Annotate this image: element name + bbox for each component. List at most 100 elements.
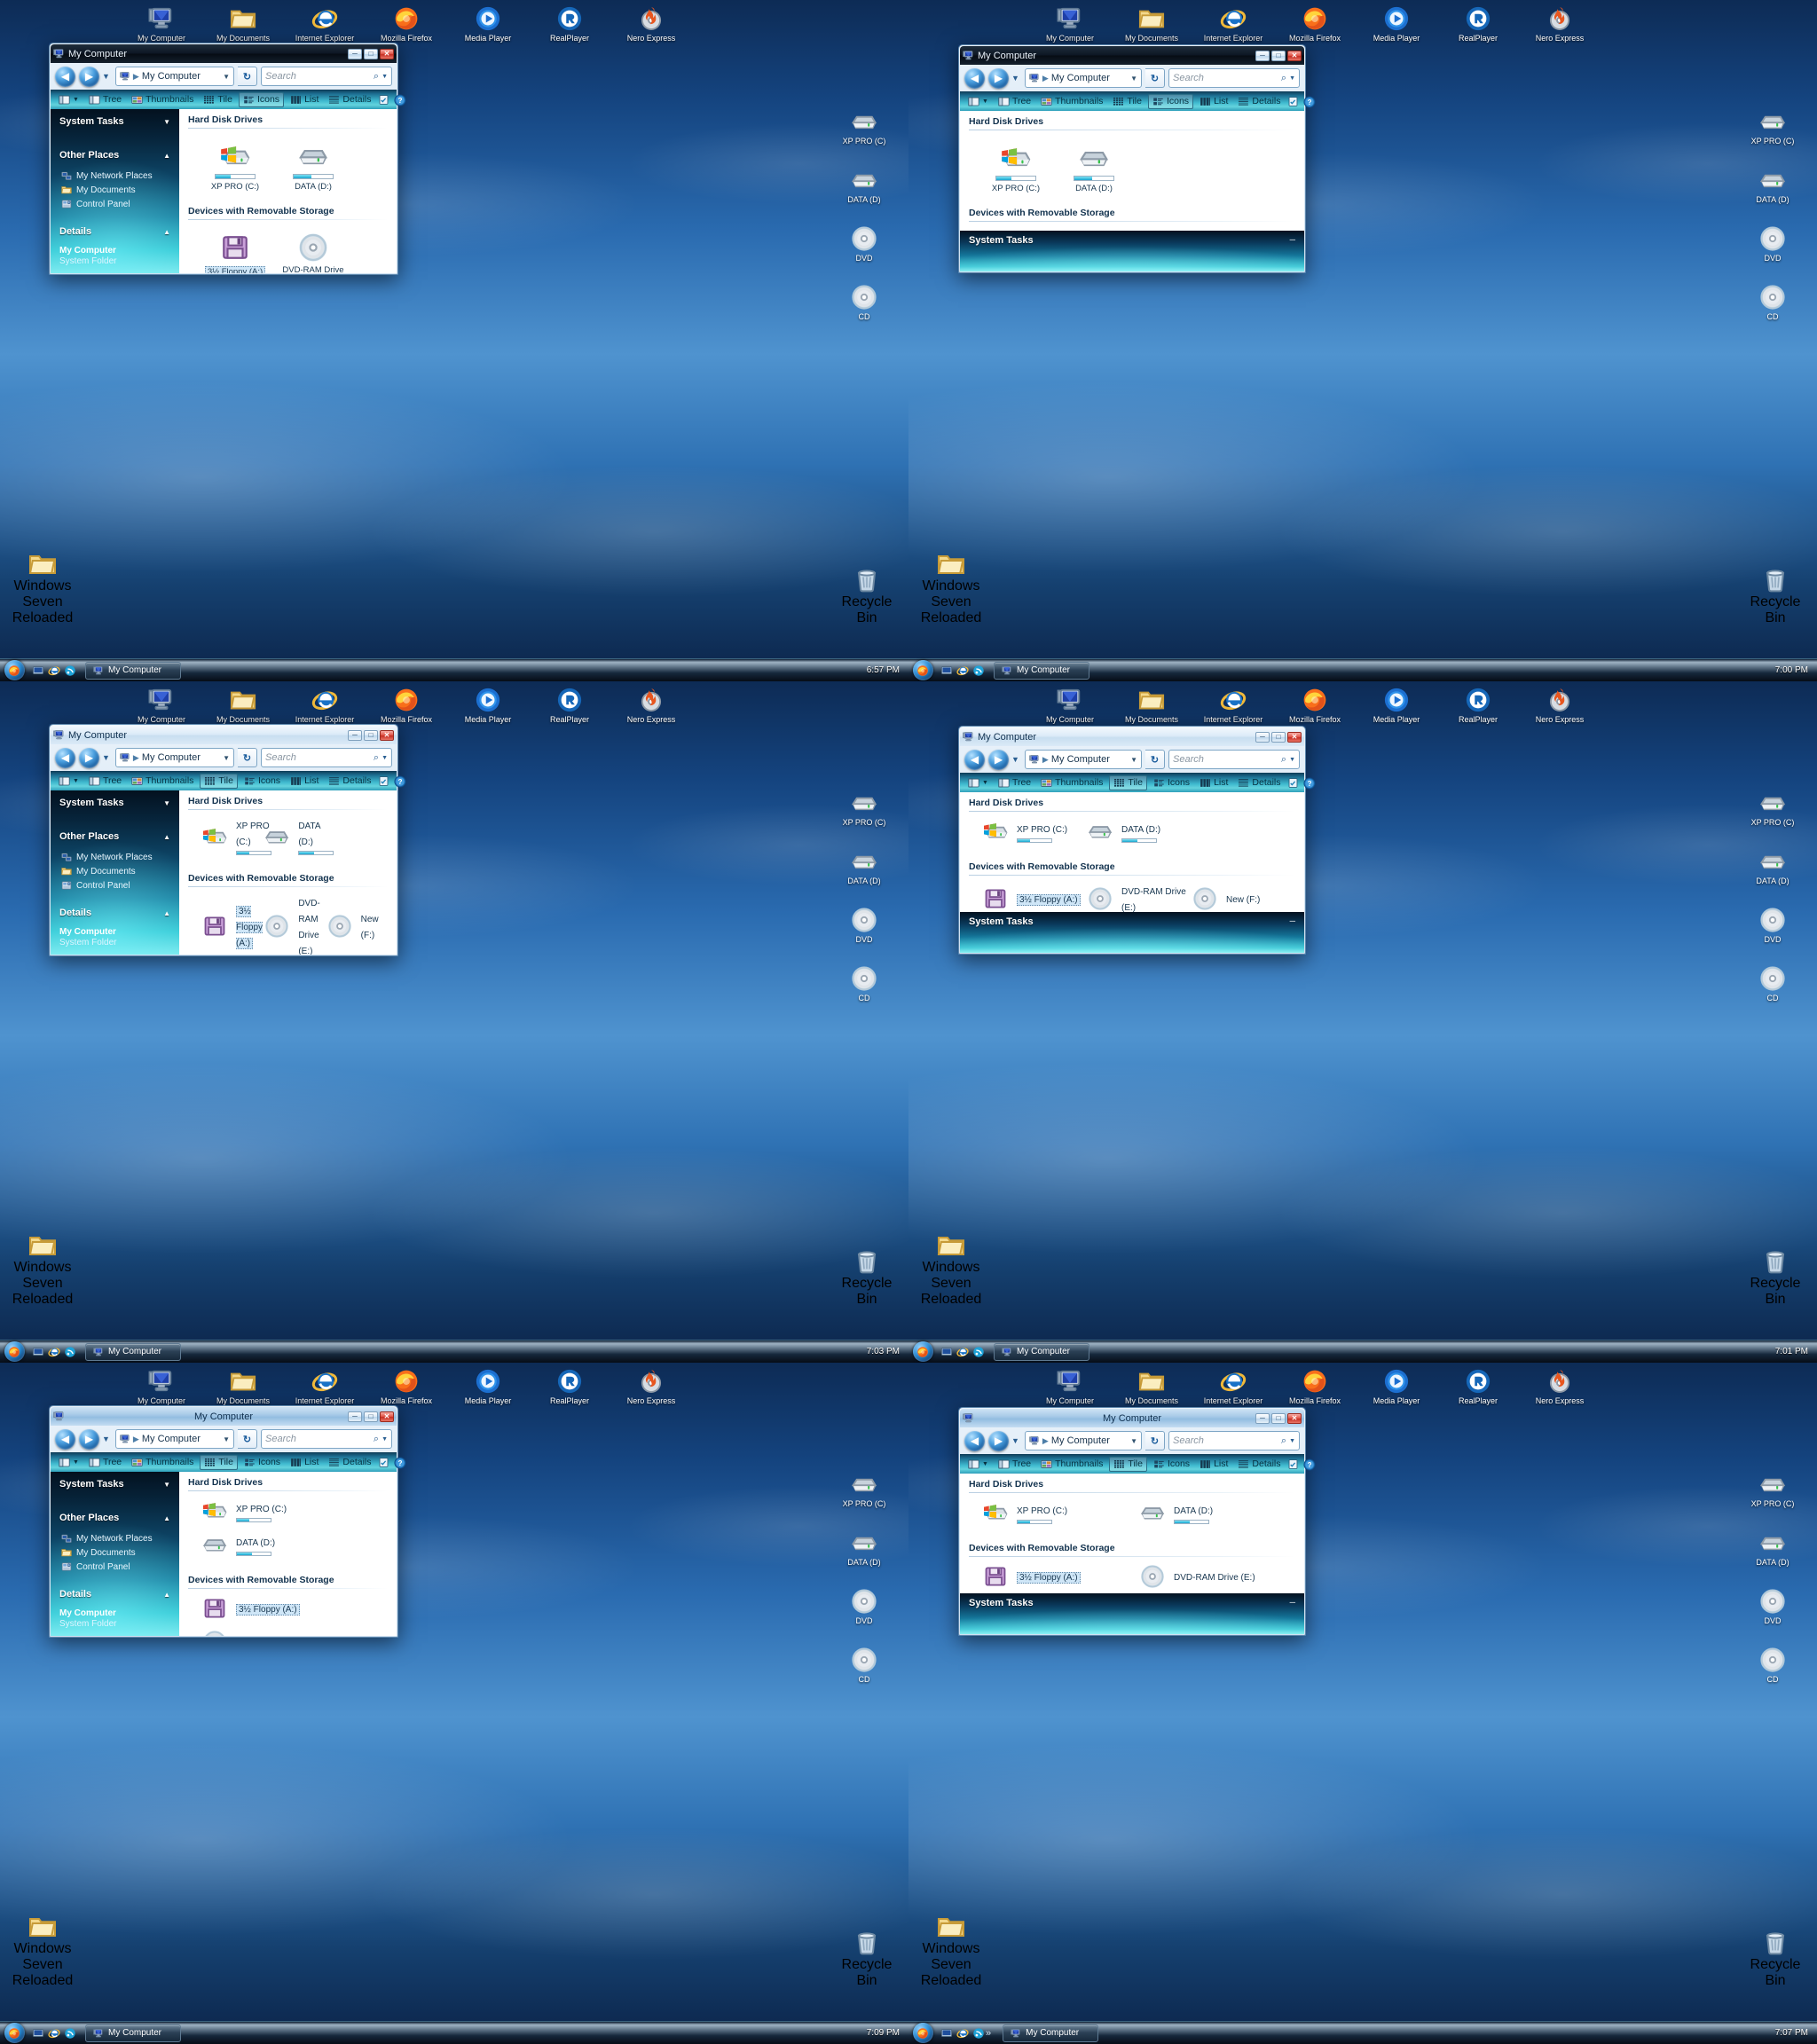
- desktop-icon[interactable]: XP PRO (C): [1741, 786, 1805, 827]
- chevron-down-icon[interactable]: ─: [1290, 1598, 1295, 1607]
- search-input[interactable]: Search ⌕ ▼: [261, 67, 392, 86]
- back-button[interactable]: ◀: [964, 749, 985, 770]
- window-title-bar[interactable]: My Computer ─ □ ✕: [960, 46, 1304, 65]
- sidebar-item-my-network-places[interactable]: My Network Places: [51, 851, 179, 863]
- file-list-pane[interactable]: Hard Disk Drives XP PRO (C:) DATA (D:) D…: [179, 109, 397, 273]
- forward-button[interactable]: ▶: [988, 1430, 1009, 1451]
- file-list-pane[interactable]: Hard Disk Drives XP PRO (C:) DATA (D:) D…: [960, 1474, 1304, 1593]
- address-bar[interactable]: ◀ ▶ ▼ ▶ My Computer ▼ ↻ Search ⌕ ▼: [51, 63, 397, 90]
- desktop-icon[interactable]: DATA (D): [1741, 845, 1805, 885]
- toolbar-tree-button[interactable]: Tree: [85, 774, 125, 788]
- desktop-icon[interactable]: DVD: [1741, 1584, 1805, 1625]
- history-dropdown-icon[interactable]: ▼: [102, 72, 110, 81]
- desktop-icon[interactable]: Nero Express: [1530, 1364, 1590, 1405]
- desktop-icon[interactable]: DVD: [1741, 903, 1805, 944]
- window-title-bar[interactable]: My Computer ─ □ ✕: [960, 727, 1304, 746]
- taskbar[interactable]: My Computer 7:03 PM: [0, 1340, 908, 1363]
- toolbar-tile-button[interactable]: Tile: [200, 93, 236, 106]
- toolbar-list-button[interactable]: List: [1196, 95, 1231, 108]
- toolbar-list-button[interactable]: List: [287, 1456, 322, 1469]
- window-controls[interactable]: ─ □ ✕: [348, 48, 394, 59]
- breadcrumb-bar[interactable]: ▶ My Computer ▼: [1024, 68, 1142, 88]
- forward-button[interactable]: ▶: [988, 67, 1009, 89]
- view-toolbar[interactable]: ▼ Tree Thumbnails Tile Icons List Detail…: [960, 91, 1316, 111]
- desktop-icon[interactable]: Mozilla Firefox: [1285, 683, 1345, 724]
- chevron-down-icon[interactable]: ▼: [73, 97, 79, 103]
- help-icon[interactable]: ?: [393, 93, 406, 106]
- breadcrumb-bar[interactable]: ▶ My Computer ▼: [114, 67, 234, 86]
- breadcrumb-bar[interactable]: ▶ My Computer ▼: [114, 1429, 234, 1449]
- toolbar-tile-button[interactable]: Tile: [1109, 95, 1145, 108]
- sidebar-section-details[interactable]: Details ▲: [51, 908, 179, 918]
- chevron-down-icon[interactable]: ▼: [1130, 1437, 1137, 1445]
- removable-item[interactable]: 3½ Floppy (A:): [202, 227, 268, 273]
- ie-icon[interactable]: [956, 2027, 969, 2040]
- refresh-button[interactable]: ↻: [1145, 750, 1165, 769]
- start-button[interactable]: [910, 659, 935, 682]
- maximize-button[interactable]: □: [364, 48, 378, 59]
- minimize-button[interactable]: ─: [348, 729, 362, 741]
- help-icon[interactable]: ?: [1302, 776, 1316, 790]
- toolbar-list-button[interactable]: List: [1196, 776, 1231, 790]
- toolbar-details-button[interactable]: Details: [325, 774, 374, 788]
- close-button[interactable]: ✕: [380, 48, 394, 59]
- desktop-icon[interactable]: DATA (D): [832, 1526, 896, 1567]
- start-button[interactable]: [2, 2022, 27, 2044]
- drive-item[interactable]: DATA (D:): [1138, 1500, 1295, 1525]
- desktop-icon[interactable]: Internet Explorer: [1203, 2, 1263, 43]
- removable-item[interactable]: New (F:): [326, 894, 388, 955]
- explorer-window[interactable]: My Computer ─ □ ✕ ◀ ▶ ▼ ▶ My Computer ▼ …: [49, 43, 406, 275]
- show-desktop-icon[interactable]: [940, 2027, 953, 2040]
- address-bar[interactable]: ◀ ▶ ▼ ▶ My Computer ▼ ↻ Search ⌕ ▼: [51, 1426, 397, 1452]
- desktop-icon[interactable]: CD: [1741, 280, 1805, 321]
- address-bar[interactable]: ◀ ▶ ▼ ▶ My Computer ▼ ↻ Search ⌕ ▼: [960, 65, 1304, 91]
- desktop-icon[interactable]: My Documents: [1121, 1364, 1182, 1405]
- taskbar-button-my-computer[interactable]: My Computer: [994, 1342, 1089, 1361]
- desktop-icon-windows-seven-reloaded[interactable]: Windows Seven Reloaded: [914, 550, 988, 626]
- toolbar-views-button[interactable]: ▼: [55, 1456, 83, 1469]
- desktop-icon-recycle-bin[interactable]: Recycle Bin: [834, 1247, 900, 1308]
- removable-item[interactable]: New (F:): [1191, 883, 1295, 912]
- window-controls[interactable]: ─ □ ✕: [1255, 50, 1302, 61]
- file-list-pane[interactable]: Hard Disk Drives XP PRO (C:) DATA (D:) D…: [960, 792, 1304, 912]
- toolbar-tree-button[interactable]: Tree: [995, 95, 1034, 108]
- desktop-icon[interactable]: Media Player: [458, 2, 518, 43]
- refresh-button[interactable]: ↻: [238, 1429, 257, 1449]
- toolbar-right-group[interactable]: ?: [378, 1456, 406, 1469]
- desktop-icon[interactable]: My Computer: [1040, 683, 1100, 724]
- desktop-icon[interactable]: Media Player: [1366, 2, 1427, 43]
- explorer-window[interactable]: My Computer ─ □ ✕ ◀ ▶ ▼ ▶ My Computer ▼ …: [958, 1407, 1316, 1636]
- system-tasks-panel[interactable]: System Tasks ─: [960, 231, 1304, 271]
- clock[interactable]: 6:57 PM: [867, 665, 908, 675]
- help-icon[interactable]: ?: [1302, 1458, 1316, 1471]
- start-button[interactable]: [910, 2022, 935, 2044]
- chevron-down-icon[interactable]: ▼: [1130, 756, 1137, 764]
- close-button[interactable]: ✕: [380, 729, 394, 741]
- toolbar-right-group[interactable]: ?: [1287, 1458, 1316, 1471]
- toolbar-icons-button[interactable]: Icons: [1150, 1458, 1193, 1471]
- chevron-up-icon[interactable]: ▲: [163, 152, 170, 160]
- desktop-icon[interactable]: My Computer: [131, 2, 192, 43]
- desktop-icon[interactable]: RealPlayer: [539, 2, 600, 43]
- desktop-icon[interactable]: Media Player: [1366, 1364, 1427, 1405]
- desktop-icon[interactable]: My Computer: [131, 1364, 192, 1405]
- desktop-icon[interactable]: DVD: [832, 903, 896, 944]
- desktop-icon[interactable]: DVD: [1741, 222, 1805, 263]
- minimize-button[interactable]: ─: [1255, 731, 1270, 743]
- minimize-button[interactable]: ─: [348, 1411, 362, 1422]
- minimize-button[interactable]: ─: [1255, 50, 1270, 61]
- sidebar-section-details[interactable]: Details ▲: [51, 226, 179, 237]
- desktop-icon[interactable]: RealPlayer: [1448, 2, 1508, 43]
- toolbar-right-group[interactable]: ?: [1287, 776, 1316, 790]
- search-input[interactable]: Search ⌕ ▼: [1168, 1431, 1300, 1450]
- sidebar-item-control-panel[interactable]: Control Panel: [51, 198, 179, 210]
- clock[interactable]: 7:09 PM: [867, 2028, 908, 2038]
- maximize-button[interactable]: □: [1271, 1412, 1286, 1424]
- window-title-bar[interactable]: My Computer ─ □ ✕: [51, 726, 397, 744]
- ie-icon[interactable]: [48, 1346, 60, 1358]
- toolbar-icons-button[interactable]: Icons: [1150, 776, 1193, 790]
- forward-button[interactable]: ▶: [79, 66, 99, 87]
- desktop-icon[interactable]: Media Player: [1366, 683, 1427, 724]
- history-dropdown-icon[interactable]: ▼: [102, 753, 110, 762]
- close-button[interactable]: ✕: [1287, 1412, 1302, 1424]
